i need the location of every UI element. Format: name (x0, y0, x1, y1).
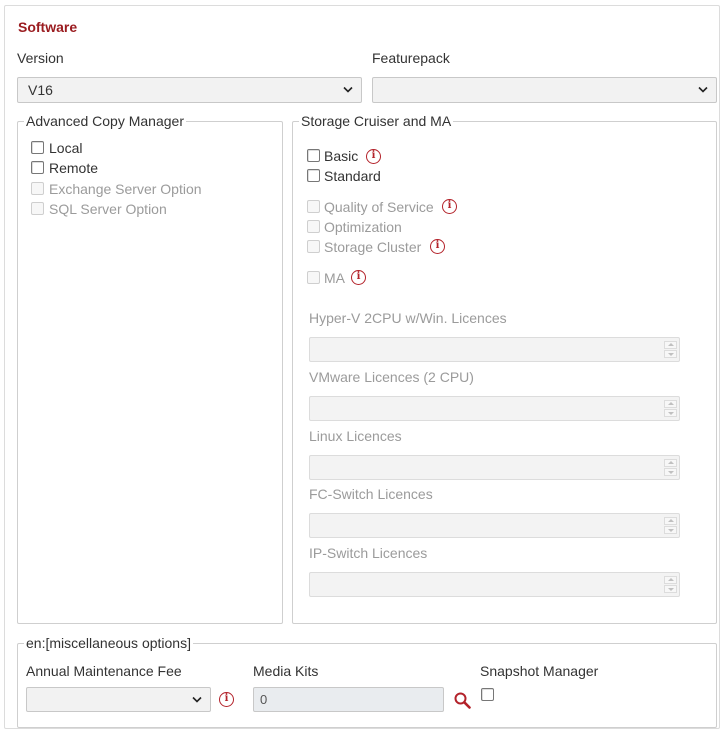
section-title: Software (18, 19, 78, 35)
hyperv-licences-label: Hyper-V 2CPU w/Win. Licences (309, 310, 507, 326)
version-label: Version (17, 50, 64, 66)
scma-legend: Storage Cruiser and MA (301, 113, 452, 129)
acm-legend: Advanced Copy Manager (26, 113, 184, 129)
chevron-down-icon (698, 86, 708, 93)
local-label: Local (49, 140, 83, 156)
exchange-label: Exchange Server Option (49, 181, 202, 197)
ma-checkbox[interactable] (307, 271, 320, 284)
basic-checkbox[interactable] (307, 149, 320, 162)
exchange-checkbox[interactable] (31, 182, 44, 195)
snapshot-manager-label: Snapshot Manager (480, 663, 599, 679)
ip-switch-licences-label: IP-Switch Licences (309, 545, 428, 561)
chevron-down-icon (192, 696, 202, 703)
spinner[interactable] (664, 341, 677, 358)
standard-checkbox[interactable] (307, 169, 320, 182)
spinner[interactable] (664, 459, 677, 476)
info-icon[interactable]: i (219, 692, 234, 707)
linux-licences-input[interactable] (309, 455, 680, 480)
storage-cluster-label: Storage Cluster (324, 239, 422, 255)
info-icon[interactable]: i (430, 239, 445, 254)
vmware-licences-label: VMware Licences (2 CPU) (309, 369, 474, 385)
chevron-down-icon (343, 86, 353, 93)
qos-label: Quality of Service (324, 199, 434, 215)
optimization-label: Optimization (324, 219, 402, 235)
standard-label: Standard (324, 168, 381, 184)
featurepack-label: Featurepack (372, 50, 450, 66)
linux-licences-label: Linux Licences (309, 428, 402, 444)
ip-switch-licences-input[interactable] (309, 572, 680, 597)
ma-label: MA (324, 270, 345, 286)
info-icon[interactable]: i (442, 199, 457, 214)
spinner[interactable] (664, 576, 677, 593)
sql-checkbox[interactable] (31, 202, 44, 215)
optimization-checkbox[interactable] (307, 220, 320, 233)
qos-checkbox[interactable] (307, 200, 320, 213)
sql-label: SQL Server Option (49, 201, 167, 217)
info-icon[interactable]: i (351, 270, 366, 285)
vmware-licences-input[interactable] (309, 396, 680, 421)
spinner[interactable] (664, 517, 677, 534)
media-kits-label: Media Kits (253, 663, 319, 679)
featurepack-select[interactable] (372, 77, 717, 103)
remote-checkbox[interactable] (31, 161, 44, 174)
annual-fee-select[interactable] (26, 687, 211, 712)
storage-cluster-checkbox[interactable] (307, 240, 320, 253)
search-icon[interactable] (454, 692, 471, 709)
annual-fee-label: Annual Maintenance Fee (26, 663, 182, 679)
version-value: V16 (28, 82, 53, 98)
fc-switch-licences-label: FC-Switch Licences (309, 486, 433, 502)
software-panel: Software Version V16 Featurepack Advance… (4, 5, 720, 729)
media-kits-input[interactable]: 0 (253, 687, 444, 712)
fc-switch-licences-input[interactable] (309, 513, 680, 538)
misc-legend: en:[miscellaneous options] (26, 635, 191, 651)
basic-label: Basic (324, 148, 359, 164)
misc-fieldset: en:[miscellaneous options] (17, 635, 717, 728)
hyperv-licences-input[interactable] (309, 337, 680, 362)
remote-label: Remote (49, 160, 99, 176)
snapshot-manager-checkbox[interactable] (481, 688, 494, 701)
spinner[interactable] (664, 400, 677, 417)
local-checkbox[interactable] (31, 141, 44, 154)
version-select[interactable]: V16 (17, 77, 362, 103)
info-icon[interactable]: i (366, 149, 381, 164)
